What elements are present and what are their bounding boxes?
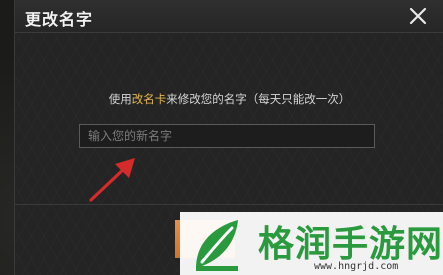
new-name-input[interactable] [79, 124, 375, 148]
screenshot-stage: 更改名字 使用改名卡来修改您的名字（每天只能改一次） 格润手游网 ww [0, 0, 443, 275]
footer-divider [15, 204, 443, 205]
red-arrow-annotation [89, 158, 135, 202]
close-button[interactable] [406, 4, 430, 28]
leaf-logo-icon [196, 220, 238, 271]
instruction-prefix: 使用 [108, 92, 132, 106]
instruction-suffix: 来修改您的名字（每天只能改一次） [166, 92, 351, 106]
dialog-title: 更改名字 [25, 10, 94, 29]
rename-instruction: 使用改名卡来修改您的名字（每天只能改一次） [15, 91, 443, 107]
watermark-text: 格润手游网 [258, 224, 443, 265]
close-icon [409, 7, 427, 25]
watermark-url: www.hngrjd.com [314, 261, 399, 272]
rename-card-label: 改名卡 [131, 92, 167, 106]
site-watermark: 格润手游网 www.hngrjd.com [180, 212, 443, 275]
dialog-title-bar: 更改名字 [15, 0, 443, 33]
